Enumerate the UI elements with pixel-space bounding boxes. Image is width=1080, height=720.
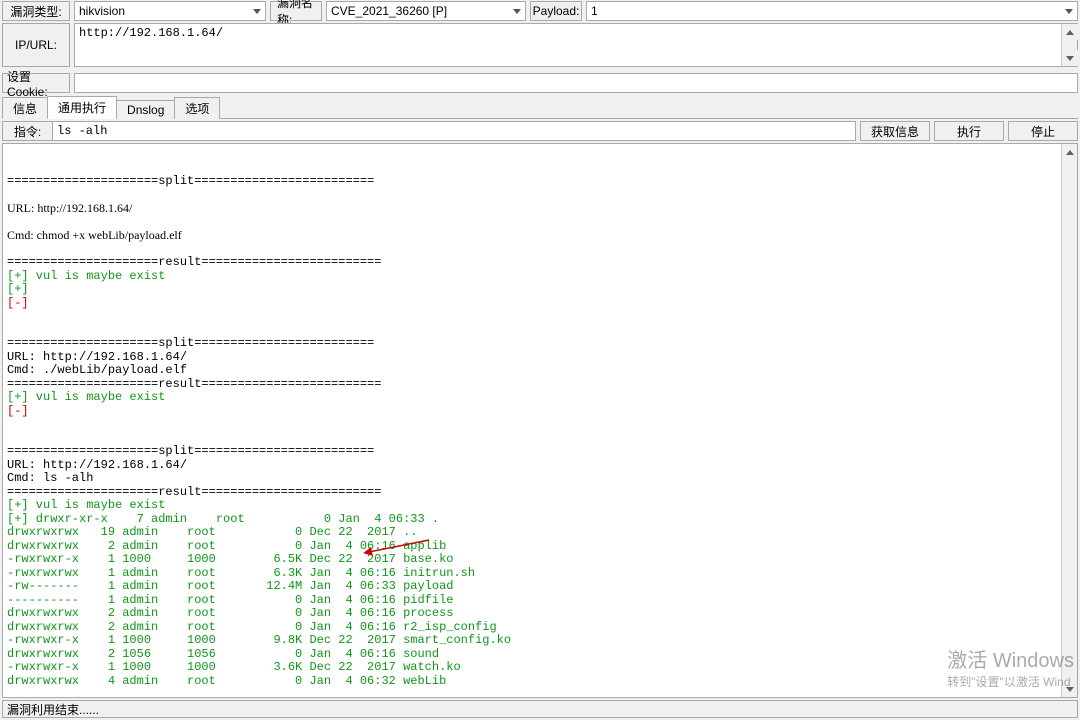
vuln-name-value: CVE_2021_36260 [P] (331, 4, 447, 18)
out-line: drwxrwxrwx 19 admin root 0 Dec 22 2017 .… (7, 526, 1073, 540)
out-line: [+] vul is maybe exist (7, 499, 1073, 513)
out-line: drwxrwxrwx 2 admin root 0 Jan 4 06:16 ap… (7, 540, 1073, 554)
scroll-down-icon[interactable] (1062, 681, 1078, 697)
out-line: [+] vul is maybe exist (7, 391, 1073, 405)
vuln-type-value: hikvision (79, 4, 125, 18)
out-line: [-] (7, 297, 1073, 311)
out-line: [+] vul is maybe exist (7, 270, 1073, 284)
out-line: Cmd: chmod +x webLib/payload.elf (7, 229, 1073, 243)
out-line: ---------- 1 admin root 0 Jan 4 06:16 pi… (7, 594, 1073, 608)
out-line: =====================split==============… (7, 175, 1073, 189)
cmd-label: 指令: (2, 121, 52, 141)
out-line: -rwxrwxr-x 1 1000 1000 3.6K Dec 22 2017 … (7, 661, 1073, 675)
out-line: URL: http://192.168.1.64/ (7, 459, 1073, 473)
out-line: -rwxrwxr-x 1 1000 1000 9.8K Dec 22 2017 … (7, 634, 1073, 648)
scroll-up-icon[interactable] (1062, 24, 1078, 40)
cmd-input[interactable] (52, 121, 856, 141)
out-line: drwxrwxrwx 2 1056 1056 0 Jan 4 06:16 sou… (7, 648, 1073, 662)
out-line: =====================split==============… (7, 445, 1073, 459)
payload-label: Payload: (530, 1, 582, 21)
vuln-name-select[interactable]: CVE_2021_36260 [P] (326, 1, 526, 21)
get-info-button[interactable]: 获取信息 (860, 121, 930, 141)
out-line: -rw------- 1 admin root 12.4M Jan 4 06:3… (7, 580, 1073, 594)
out-line: drwxrwxrwx 4 admin root 0 Jan 4 06:32 we… (7, 675, 1073, 689)
tab-options[interactable]: 选项 (174, 97, 220, 119)
payload-select[interactable]: 1 (586, 1, 1078, 21)
vuln-type-select[interactable]: hikvision (74, 1, 266, 21)
execute-button[interactable]: 执行 (934, 121, 1004, 141)
out-line: drwxrwxrwx 2 admin root 0 Jan 4 06:16 pr… (7, 607, 1073, 621)
ip-url-value: http://192.168.1.64/ (79, 26, 223, 40)
out-line: =====================result=============… (7, 256, 1073, 270)
out-line: URL: http://192.168.1.64/ (7, 202, 1073, 216)
set-cookie-input[interactable] (74, 73, 1078, 93)
out-line: URL: http://192.168.1.64/ (7, 351, 1073, 365)
tab-info[interactable]: 信息 (2, 97, 48, 119)
set-cookie-label: 设置Cookie: (2, 73, 70, 93)
payload-value: 1 (591, 4, 598, 18)
out-line: [-] (7, 405, 1073, 419)
out-line: -rwxrwxrwx 1 admin root 6.3K Jan 4 06:16… (7, 567, 1073, 581)
out-line: [+] drwxr-xr-x 7 admin root 0 Jan 4 06:3… (7, 513, 1073, 527)
ip-url-input[interactable]: http://192.168.1.64/ (74, 23, 1078, 67)
scrollbar[interactable] (1061, 24, 1077, 66)
ip-url-label: IP/URL: (2, 23, 70, 67)
tabs: 信息 通用执行 Dnslog 选项 (2, 97, 1078, 119)
out-line: =====================result=============… (7, 486, 1073, 500)
out-line: -rwxrwxr-x 1 1000 1000 6.5K Dec 22 2017 … (7, 553, 1073, 567)
tab-dnslog[interactable]: Dnslog (116, 100, 175, 119)
status-bar: 漏洞利用结束...... (2, 700, 1078, 718)
out-line: Cmd: ./webLib/payload.elf (7, 364, 1073, 378)
vuln-name-label: 漏洞名称: (270, 1, 322, 21)
scroll-up-icon[interactable] (1062, 144, 1078, 160)
output-area[interactable]: =====================split==============… (2, 143, 1078, 698)
vuln-type-label: 漏洞类型: (2, 1, 70, 21)
out-line: =====================split==============… (7, 337, 1073, 351)
scroll-down-icon[interactable] (1062, 50, 1078, 66)
output-scrollbar[interactable] (1061, 144, 1077, 697)
status-text: 漏洞利用结束...... (7, 701, 99, 718)
out-line: [+] (7, 283, 1073, 297)
out-line: Cmd: ls -alh (7, 472, 1073, 486)
out-line: =====================result=============… (7, 378, 1073, 392)
out-line: drwxrwxrwx 2 admin root 0 Jan 4 06:16 r2… (7, 621, 1073, 635)
stop-button[interactable]: 停止 (1008, 121, 1078, 141)
tab-exec[interactable]: 通用执行 (47, 96, 117, 119)
